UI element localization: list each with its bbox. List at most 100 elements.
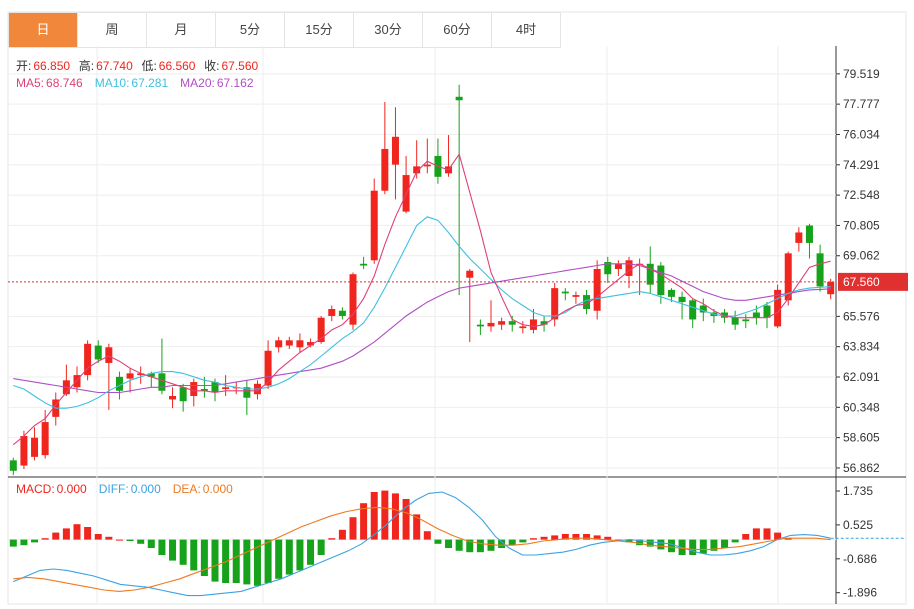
ma5-line: [12, 152, 831, 446]
candle-body: [593, 269, 601, 311]
macd-histogram-bar: [508, 539, 516, 546]
candle-body: [614, 263, 622, 269]
candle-body: [805, 225, 813, 243]
candle-body: [455, 96, 463, 101]
candle-body: [264, 350, 272, 386]
candle-body: [466, 270, 474, 278]
macd-histogram-bar: [721, 539, 729, 548]
price-tick-label: 77.777: [843, 97, 880, 111]
candle-body: [508, 321, 516, 325]
macd-histogram-bar: [169, 539, 177, 561]
candle-body: [731, 317, 739, 325]
price-tick-label: 63.834: [843, 340, 880, 354]
candle-body: [190, 382, 198, 396]
ma10-line: [13, 216, 831, 409]
macd-histogram-bar: [455, 539, 463, 551]
candle-body: [827, 281, 835, 295]
macd-histogram-bar: [529, 538, 537, 540]
candle-body: [169, 395, 177, 400]
macd-histogram-bar: [232, 539, 240, 583]
candle-body: [360, 263, 368, 266]
candle-body: [275, 340, 283, 348]
macd-histogram-bar: [41, 538, 49, 540]
price-tick-label: 72.548: [843, 188, 880, 202]
candle-body: [94, 345, 102, 360]
macd-histogram-bar: [275, 539, 283, 579]
open-value: 66.850: [33, 59, 71, 73]
candle-body: [498, 321, 506, 325]
candle-body: [742, 319, 750, 322]
macd-histogram-bar: [519, 539, 527, 543]
macd-tick-label: 1.735: [843, 484, 873, 498]
chart-border: [7, 11, 907, 605]
macd-histogram-bar: [190, 539, 198, 571]
candle-body: [211, 382, 219, 393]
macd-histogram-bar: [31, 539, 39, 543]
macd-readout: MACD: 0.000 DIFF: 0.000 DEA: 0.000: [16, 482, 235, 496]
macd-histogram-bar: [445, 539, 453, 548]
candle-body: [487, 322, 495, 327]
high-value: 67.740: [96, 59, 133, 73]
candle-body: [795, 232, 803, 243]
macd-histogram-bar: [540, 536, 548, 540]
candle-body: [285, 340, 293, 346]
dea-value: 0.000: [202, 482, 233, 496]
macd-histogram-bar: [243, 539, 251, 585]
ma10-label: MA10:: [94, 76, 130, 90]
price-tick-label: 76.034: [843, 127, 880, 141]
candle-body: [381, 148, 389, 191]
macd-histogram-bar: [551, 535, 559, 540]
candle-body: [678, 296, 686, 303]
candle-body: [423, 164, 431, 167]
candle-body: [31, 437, 39, 457]
candle-body: [179, 387, 187, 402]
close-value: 67.560: [221, 59, 259, 73]
macd-histogram-bar: [689, 539, 697, 555]
diff-line: [13, 491, 831, 597]
candle-body: [41, 422, 49, 456]
macd-histogram-bar: [657, 539, 665, 550]
macd-histogram-bar: [211, 539, 219, 582]
macd-histogram-bar: [752, 528, 760, 540]
macd-histogram-bar: [338, 529, 346, 540]
low-value: 66.560: [158, 59, 196, 73]
candle-body: [689, 300, 697, 320]
macd-histogram-bar: [73, 524, 81, 540]
candle-body: [328, 309, 336, 316]
macd-histogram-bar: [62, 528, 70, 540]
macd-tick-label: 0.525: [843, 518, 873, 532]
candle-body: [370, 190, 378, 261]
candle-body: [667, 289, 675, 297]
ma20-line: [13, 263, 831, 394]
macd-histogram-bar: [105, 536, 113, 540]
ma20-label: MA20:: [180, 76, 215, 90]
macd-histogram-bar: [9, 539, 17, 547]
macd-histogram-bar: [179, 539, 187, 565]
macd-histogram-bar: [126, 539, 134, 541]
macd-histogram-bar: [423, 531, 431, 540]
candle-body: [9, 460, 17, 471]
close-label: 收:: [204, 59, 220, 73]
diff-value: 0.000: [130, 482, 161, 496]
candle-body: [222, 387, 230, 390]
macd-histogram-bar: [307, 539, 315, 565]
macd-histogram-bar: [763, 528, 771, 540]
price-tick-label: 58.605: [843, 431, 880, 445]
candle-body: [625, 260, 633, 276]
ma20-value: 67.162: [216, 76, 254, 90]
macd-histogram-bar: [84, 527, 92, 540]
ohlc-readout: 开: 66.850 高: 67.740 低: 66.560 收: 67.560: [16, 57, 260, 74]
ma-readout: MA5: 68.746 MA10: 67.281 MA20: 67.162: [16, 76, 256, 90]
macd-histogram-bar: [52, 532, 60, 540]
macd-histogram-bar: [381, 490, 389, 540]
candle-body: [296, 340, 304, 348]
macd-histogram-bar: [115, 539, 123, 541]
macd-histogram-bar: [158, 539, 166, 555]
candle-body: [158, 373, 166, 391]
price-tick-label: 60.348: [843, 400, 880, 414]
candle-body: [561, 291, 569, 294]
candlestick-chart: 79.519 77.777 76.034 74.291 72.548 70.805 69.0…: [7, 11, 908, 605]
macd-histogram-bar: [328, 538, 336, 540]
candle-body: [752, 312, 760, 318]
current-price-label: 67.560: [843, 275, 880, 289]
